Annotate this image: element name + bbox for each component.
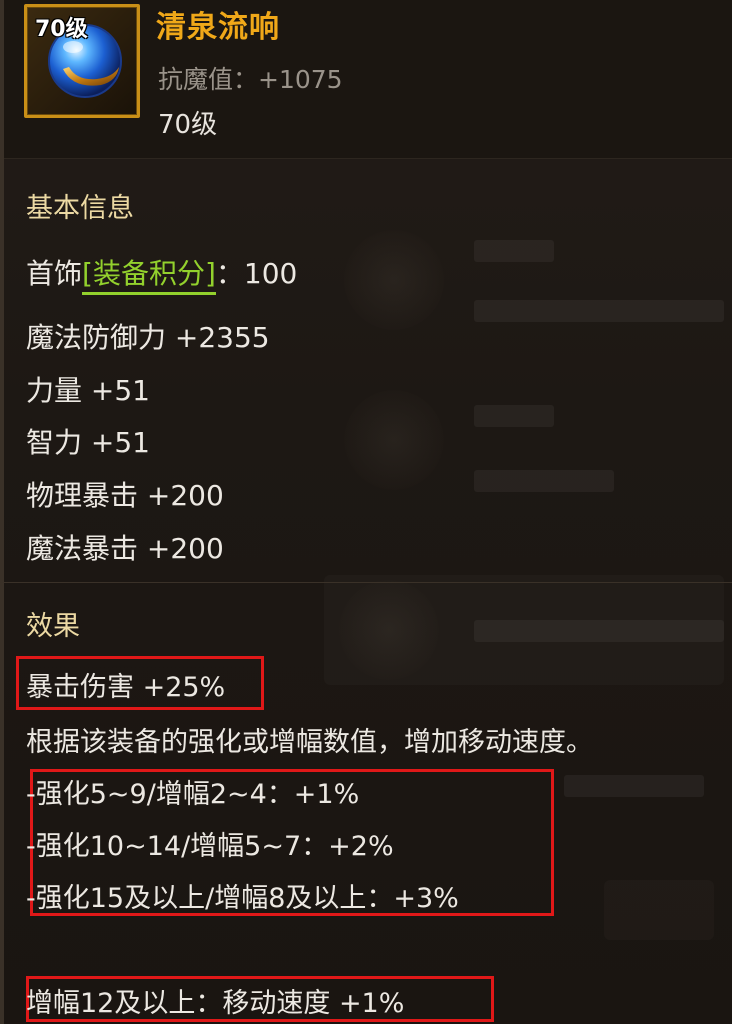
- background-ghost-text: [474, 240, 554, 262]
- tooltip-header: 70级 清泉流响 抗魔值：+1075 70级: [4, 0, 732, 159]
- stat-line: 魔法暴击 +200: [26, 532, 224, 565]
- equipment-points-line: 首饰[装备积分]：100: [26, 252, 298, 295]
- background-ghost-text: [564, 775, 704, 797]
- section-divider: [4, 582, 732, 583]
- speed-effect-description: 根据该装备的强化或增幅数值，增加移动速度。: [26, 727, 593, 758]
- background-ghost-icon: [344, 230, 444, 330]
- crit-damage-effect: 暴击伤害 +25%: [26, 672, 226, 703]
- stat-line: 物理暴击 +200: [26, 479, 224, 512]
- background-ghost-panel: [604, 880, 714, 940]
- item-level: 70级: [158, 110, 218, 140]
- background-ghost-text: [474, 470, 614, 492]
- background-ghost-icon: [344, 390, 444, 490]
- background-ghost-text: [474, 300, 724, 322]
- equipment-slot: 首饰: [26, 257, 83, 290]
- amplify-bonus-effect: 增幅12及以上：移动速度 +1%: [26, 988, 405, 1019]
- equipment-points-value: ：100: [215, 257, 298, 290]
- background-ghost-text: [474, 405, 554, 427]
- speed-tier-line: -强化15及以上/增幅8及以上：+3%: [26, 883, 459, 914]
- stat-line: 魔法防御力 +2355: [26, 321, 270, 354]
- speed-tier-line: -强化5~9/增幅2~4：+1%: [26, 779, 360, 810]
- item-main-stat: 抗魔值：+1075: [158, 65, 343, 94]
- background-ghost-text: [474, 620, 724, 642]
- stat-line: 智力 +51: [26, 426, 150, 459]
- item-tooltip: 70级 清泉流响 抗魔值：+1075 70级 基本信息 首饰[装备积分]：100…: [0, 0, 732, 1024]
- item-level-badge: 70级: [35, 17, 88, 42]
- effects-title: 效果: [26, 611, 80, 642]
- equipment-points-link[interactable]: [装备积分]: [82, 257, 216, 295]
- item-icon-frame[interactable]: 70级: [24, 4, 140, 118]
- speed-tier-line: -强化10~14/增幅5~7：+2%: [26, 831, 394, 862]
- background-ghost-icon: [339, 580, 439, 680]
- basic-info-title: 基本信息: [26, 193, 134, 224]
- stat-line: 力量 +51: [26, 374, 150, 407]
- item-name: 清泉流响: [156, 10, 280, 45]
